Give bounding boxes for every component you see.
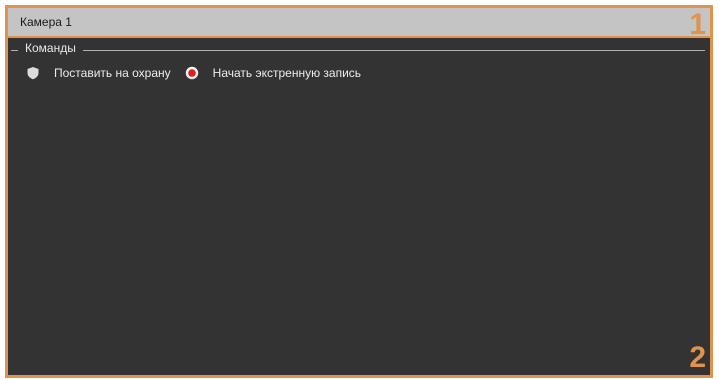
annotation-number-2: 2 xyxy=(689,341,706,374)
record-icon xyxy=(185,66,199,80)
camera-title: Камера 1 xyxy=(20,15,72,29)
arm-command-label: Поставить на охрану xyxy=(54,66,171,80)
title-bar: Камера 1 1 xyxy=(5,5,713,41)
emergency-record-button[interactable]: Начать экстренную запись xyxy=(185,66,361,80)
commands-panel: Команды Поставить на охрану Начать экстр… xyxy=(5,38,713,378)
arm-command-button[interactable]: Поставить на охрану xyxy=(26,66,171,80)
commands-group-box xyxy=(11,50,705,368)
commands-group-legend: Команды xyxy=(18,41,83,55)
camera-window: Камера 1 1 Команды Поставить на охрану Н… xyxy=(0,0,718,380)
annotation-number-1: 1 xyxy=(689,8,706,41)
commands-list: Поставить на охрану Начать экстренную за… xyxy=(26,66,375,80)
shield-icon xyxy=(26,66,40,80)
emergency-record-label: Начать экстренную запись xyxy=(212,66,362,80)
